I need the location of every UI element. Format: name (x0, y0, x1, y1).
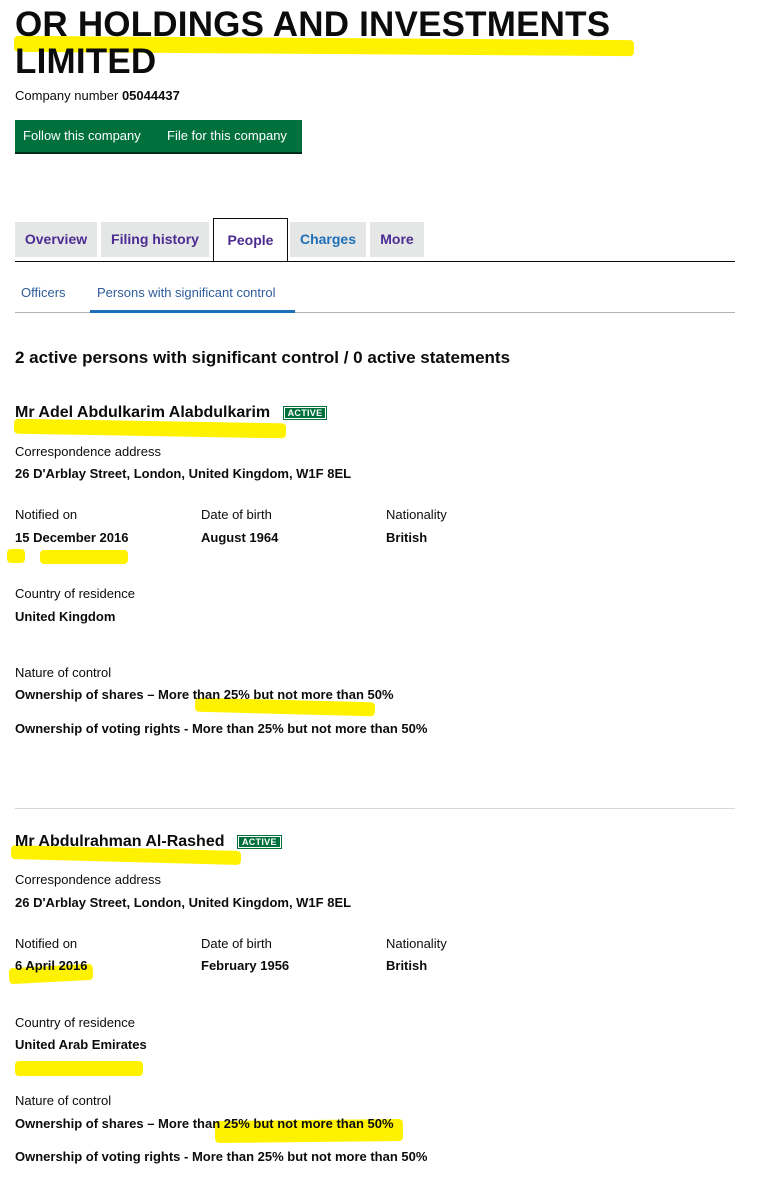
subtab-selected-indicator (90, 310, 295, 313)
highlight-mark (15, 1061, 143, 1076)
person-name[interactable]: Mr Abdulrahman Al-Rashed (15, 833, 225, 850)
tab-overview[interactable]: Overview (15, 222, 97, 257)
tab-more[interactable]: More (370, 222, 424, 257)
correspondence-address: 26 D'Arblay Street, London, United Kingd… (15, 895, 352, 910)
subtab-psc[interactable]: Persons with significant control (97, 285, 275, 300)
dob-value: February 1956 (201, 958, 290, 973)
tab-charges[interactable]: Charges (290, 222, 366, 257)
highlight-mark (7, 549, 25, 563)
dob-value: August 1964 (201, 530, 279, 545)
tab-filing-history[interactable]: Filing history (101, 222, 209, 257)
company-number-value: 05044437 (121, 88, 180, 103)
nature-label: Nature of control (15, 1093, 112, 1108)
nationality-value: British (386, 530, 428, 545)
company-name: OR HOLDINGS AND INVESTMENTS LIMITED (15, 5, 611, 81)
notified-label: Notified on (15, 507, 78, 522)
status-badge: ACTIVE (282, 405, 328, 420)
correspondence-label: Correspondence address (15, 872, 161, 887)
dob-label: Date of birth (201, 936, 272, 951)
nationality-label: Nationality (386, 936, 447, 951)
notified-label: Notified on (15, 936, 78, 951)
follow-company-button[interactable]: Follow this company (15, 120, 171, 152)
residence-label: Country of residence (15, 1015, 135, 1030)
control-item: Ownership of shares – More than 25% but … (15, 687, 394, 702)
residence-value: United Arab Emirates (15, 1037, 147, 1052)
highlight-mark (40, 550, 128, 564)
residence-label: Country of residence (15, 586, 135, 601)
control-item: Ownership of shares – More than 25% but … (15, 1116, 394, 1131)
person-2-heading: Mr Abdulrahman Al-Rashed ACTIVE (15, 833, 282, 851)
company-number: Company number 05044437 (15, 88, 180, 103)
nationality-label: Nationality (386, 507, 447, 522)
tab-underline (15, 261, 735, 262)
person-divider (15, 808, 735, 809)
person-1-heading: Mr Adel Abdulkarim Alabdulkarim ACTIVE (15, 404, 328, 422)
person-name[interactable]: Mr Adel Abdulkarim Alabdulkarim (15, 404, 270, 421)
tab-people[interactable]: People (213, 218, 288, 262)
company-number-label: Company number (15, 88, 119, 103)
file-for-company-button[interactable]: File for this company (159, 120, 302, 152)
control-item: Ownership of voting rights - More than 2… (15, 1149, 428, 1164)
notified-value: 6 April 2016 (15, 958, 88, 973)
correspondence-address: 26 D'Arblay Street, London, United Kingd… (15, 466, 352, 481)
subtab-officers[interactable]: Officers (21, 285, 66, 300)
correspondence-label: Correspondence address (15, 444, 161, 459)
notified-value: 15 December 2016 (15, 530, 129, 545)
dob-label: Date of birth (201, 507, 272, 522)
psc-summary-heading: 2 active persons with significant contro… (15, 348, 511, 367)
nationality-value: British (386, 958, 428, 973)
control-item: Ownership of voting rights - More than 2… (15, 721, 428, 736)
nature-label: Nature of control (15, 665, 112, 680)
status-badge: ACTIVE (236, 834, 282, 849)
residence-value: United Kingdom (15, 609, 116, 624)
